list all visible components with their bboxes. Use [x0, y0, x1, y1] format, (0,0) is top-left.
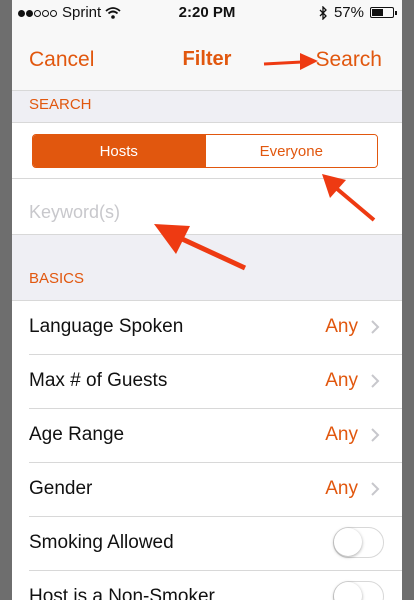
row-label: Language Spoken — [29, 316, 184, 337]
status-right: 57% — [319, 4, 397, 21]
chevron-right-icon — [371, 320, 380, 334]
row-max-guests[interactable]: Max # of Guests Any — [12, 355, 402, 409]
divider — [12, 178, 402, 179]
row-label: Max # of Guests — [29, 370, 168, 391]
host-non-smoker-toggle[interactable] — [333, 581, 384, 600]
basics-section-title: BASICS — [29, 270, 85, 287]
battery-percent: 57% — [333, 4, 364, 21]
row-label: Gender — [29, 478, 93, 499]
row-label: Smoking Allowed — [29, 532, 174, 553]
cancel-button[interactable]: Cancel — [29, 48, 94, 72]
chevron-right-icon — [371, 482, 380, 496]
row-smoking-allowed: Smoking Allowed — [12, 517, 402, 571]
navigation-bar: Cancel Filter Search — [12, 26, 402, 91]
row-host-non-smoker: Host is a Non-Smoker — [12, 571, 402, 600]
row-label: Age Range — [29, 424, 125, 445]
row-gender[interactable]: Gender Any — [12, 463, 402, 517]
smoking-allowed-toggle[interactable] — [333, 527, 384, 558]
row-value: Any — [325, 424, 358, 445]
chevron-right-icon — [371, 374, 380, 388]
row-label: Host is a Non-Smoker — [29, 586, 215, 600]
row-value: Any — [325, 478, 358, 499]
search-section-title: SEARCH — [29, 96, 92, 113]
row-age-range[interactable]: Age Range Any — [12, 409, 402, 463]
chevron-right-icon — [371, 428, 380, 442]
segment-everyone[interactable]: Everyone — [204, 135, 377, 167]
basics-block: Language Spoken Any Max # of Guests Any … — [12, 300, 402, 600]
row-language-spoken[interactable]: Language Spoken Any — [12, 301, 402, 355]
search-section-header: SEARCH — [12, 91, 402, 121]
status-bar: Sprint 2:20 PM 57% — [12, 0, 402, 26]
search-scope-segmented-control: Hosts Everyone — [32, 134, 378, 168]
row-value: Any — [325, 316, 358, 337]
bluetooth-icon — [319, 5, 327, 20]
segment-hosts[interactable]: Hosts — [33, 135, 205, 167]
row-value: Any — [325, 370, 358, 391]
basics-section-header: BASICS — [12, 265, 402, 295]
battery-icon — [370, 7, 397, 18]
search-button[interactable]: Search — [315, 48, 382, 72]
keyword-input[interactable] — [29, 194, 385, 230]
phone-screen: Sprint 2:20 PM 57% Cancel Filter Search … — [12, 0, 402, 600]
